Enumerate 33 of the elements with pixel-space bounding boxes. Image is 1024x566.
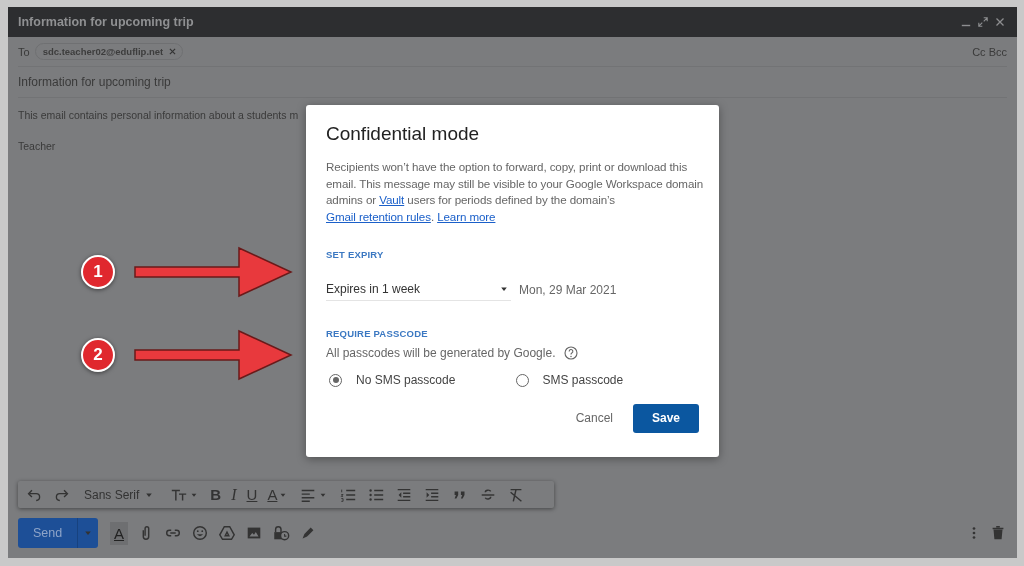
section-heading: REQUIRE PASSCODE bbox=[326, 328, 428, 340]
format-button[interactable]: A bbox=[267, 487, 278, 502]
passcode-note: All passcodes will be generated by Google. bbox=[326, 346, 556, 361]
radio-label: SMS passcode bbox=[542, 373, 624, 388]
expiry-dropdown[interactable]: Expires in 1 week bbox=[326, 278, 511, 302]
subject-field[interactable]: Information for upcoming trip bbox=[18, 75, 171, 89]
link[interactable]: Gmail retention rules bbox=[326, 209, 431, 223]
full-screen-icon[interactable] bbox=[976, 15, 990, 29]
format-button[interactable]: I bbox=[231, 486, 237, 503]
window-title: Information for upcoming trip bbox=[18, 15, 194, 29]
link[interactable]: Learn more bbox=[437, 209, 496, 223]
description: Recipients won’t have the option to forward, copy, print or download this email. This message may still be visible to your Google Workspace domain admins or Vault users for periods defined by the domain’s Gmail retention rules. Learn more bbox=[326, 159, 705, 225]
arrow-icon bbox=[133, 246, 293, 298]
drive-icon[interactable] bbox=[218, 524, 236, 542]
body-text: Teacher bbox=[18, 140, 56, 152]
arrow-icon bbox=[133, 329, 293, 381]
help-icon[interactable] bbox=[563, 345, 580, 362]
formatting-button[interactable]: A bbox=[110, 521, 128, 545]
cancel-button[interactable]: Cancel bbox=[575, 403, 613, 434]
format-button[interactable]: B bbox=[210, 487, 222, 502]
to-label: To bbox=[18, 45, 30, 58]
radio-label: No SMS passcode bbox=[356, 373, 456, 388]
cc-bcc-link[interactable]: Cc Bcc bbox=[972, 45, 1007, 58]
lock-clock-icon[interactable] bbox=[272, 524, 290, 542]
format-button[interactable]: U bbox=[246, 487, 258, 502]
font-dropdown[interactable]: Sans Serif bbox=[84, 487, 157, 502]
link[interactable]: Vault bbox=[379, 193, 405, 207]
save-button[interactable]: Save bbox=[633, 403, 699, 433]
dialog-title: Confidential mode bbox=[326, 123, 480, 145]
recipient-address: sdc.teacher02@eduflip.net bbox=[42, 46, 164, 57]
expiry-date: Mon, 29 Mar 2021 bbox=[519, 282, 617, 297]
emoji-icon[interactable] bbox=[191, 524, 209, 542]
section-heading: SET EXPIRY bbox=[326, 249, 384, 261]
